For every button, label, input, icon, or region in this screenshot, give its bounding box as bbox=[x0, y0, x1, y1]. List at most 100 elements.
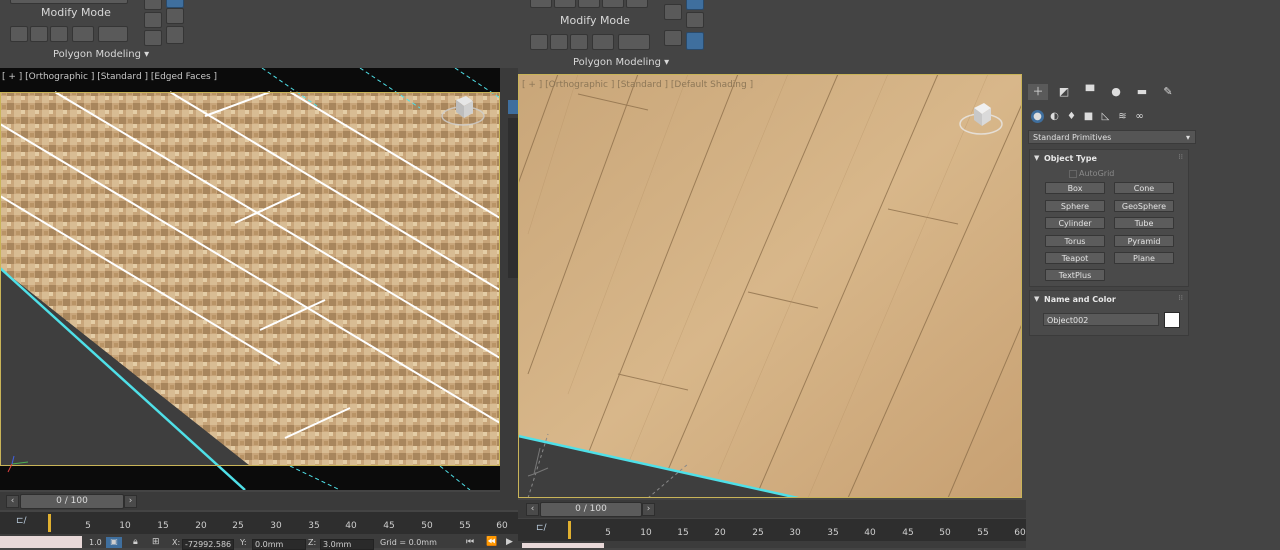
left-viewport-label[interactable]: [ + ] [Orthographic ] [Standard ] [Edged… bbox=[2, 72, 217, 82]
x-label: X: bbox=[172, 538, 181, 547]
side-panel-button[interactable] bbox=[508, 100, 518, 114]
prev-frame-button[interactable]: ‹ bbox=[526, 503, 539, 516]
next-frame-button[interactable]: › bbox=[124, 495, 137, 508]
side-tool-button-2[interactable] bbox=[144, 12, 162, 28]
side-tool-button-3[interactable] bbox=[144, 30, 162, 46]
next-frame-button[interactable]: › bbox=[642, 503, 655, 516]
collapse-arrow-icon[interactable]: ▼ bbox=[1034, 154, 1039, 162]
ribbon-tool-button-5[interactable] bbox=[626, 0, 648, 8]
object-name-input[interactable]: Object002 bbox=[1043, 313, 1159, 326]
hierarchy-tab-icon[interactable]: ▀ bbox=[1080, 84, 1100, 100]
ribbon-tool-button-1[interactable] bbox=[530, 0, 552, 8]
autogrid-checkbox[interactable] bbox=[1069, 170, 1077, 178]
tick-label: 5 bbox=[605, 528, 611, 538]
side-tool-button-4[interactable] bbox=[166, 0, 184, 8]
primitive-type-dropdown[interactable]: Standard Primitives ▾ bbox=[1028, 130, 1196, 144]
ribbon-tool-button-3[interactable] bbox=[578, 0, 600, 8]
utilities-tab-wrench-icon[interactable]: ✎ bbox=[1158, 84, 1178, 100]
prev-key-icon[interactable]: ⏪ bbox=[486, 537, 497, 547]
poly-tool-button-1[interactable] bbox=[10, 26, 28, 42]
tube-button[interactable]: Tube bbox=[1114, 217, 1174, 229]
torus-button[interactable]: Torus bbox=[1045, 235, 1105, 247]
poly-tool-button-4[interactable] bbox=[72, 26, 94, 42]
cone-button[interactable]: Cone bbox=[1114, 182, 1174, 194]
poly-tool-button-2[interactable] bbox=[550, 34, 568, 50]
geometry-icon[interactable]: ● bbox=[1031, 110, 1044, 123]
name-and-color-title[interactable]: Name and Color bbox=[1044, 295, 1116, 304]
pyramid-button[interactable]: Pyramid bbox=[1114, 235, 1174, 247]
poly-tool-button-3[interactable] bbox=[570, 34, 588, 50]
tick-label: 5 bbox=[85, 521, 91, 531]
polygon-modeling-label[interactable]: Polygon Modeling ▾ bbox=[573, 57, 669, 68]
tick-label: 35 bbox=[827, 528, 839, 538]
right-viewport-label[interactable]: [ + ] [Orthographic ] [Standard ] [Defau… bbox=[522, 80, 753, 90]
ribbon-top-button[interactable] bbox=[10, 0, 128, 4]
transform-mode-icon[interactable]: ⊞ bbox=[152, 537, 160, 547]
poly-tool-button-3[interactable] bbox=[50, 26, 68, 42]
poly-tool-button-1[interactable] bbox=[530, 34, 548, 50]
lights-icon[interactable]: ♦ bbox=[1065, 110, 1078, 123]
teapot-button[interactable]: Teapot bbox=[1045, 252, 1105, 264]
poly-tool-button-5[interactable] bbox=[98, 26, 128, 42]
y-label: Y: bbox=[240, 538, 247, 547]
systems-icon[interactable]: ∞ bbox=[1133, 110, 1146, 123]
cylinder-button[interactable]: Cylinder bbox=[1045, 217, 1105, 229]
geosphere-button[interactable]: GeoSphere bbox=[1114, 200, 1174, 212]
z-label: Z: bbox=[308, 538, 317, 547]
side-tool-button-6[interactable] bbox=[166, 26, 184, 44]
box-button[interactable]: Box bbox=[1045, 182, 1105, 194]
motion-tab-icon[interactable]: ● bbox=[1106, 84, 1126, 100]
ribbon-tool-button-4[interactable] bbox=[602, 0, 624, 8]
collapse-arrow-icon[interactable]: ▼ bbox=[1034, 295, 1039, 303]
object-type-title[interactable]: Object Type bbox=[1044, 154, 1097, 163]
poly-tool-button-2[interactable] bbox=[30, 26, 48, 42]
plane-button[interactable]: Plane bbox=[1114, 252, 1174, 264]
side-tool-button-4[interactable] bbox=[686, 12, 704, 28]
viewcube-icon[interactable] bbox=[958, 96, 1004, 138]
tick-label: 25 bbox=[752, 528, 764, 538]
left-track-bar[interactable]: ⊏/ 5 10 15 20 25 30 35 40 45 50 55 60 bbox=[0, 512, 518, 534]
x-coordinate-field[interactable]: -72992.586 bbox=[182, 539, 234, 550]
side-tool-button-5[interactable] bbox=[686, 32, 704, 50]
side-tool-button-1[interactable] bbox=[664, 4, 682, 20]
ribbon-tool-button-2[interactable] bbox=[554, 0, 576, 8]
play-icon[interactable]: ▶ bbox=[506, 537, 513, 547]
time-slider[interactable]: 0 / 100 bbox=[20, 494, 124, 509]
chevron-down-icon: ▾ bbox=[144, 49, 150, 60]
z-coordinate-field[interactable]: 3.0mm bbox=[320, 539, 374, 550]
sphere-button[interactable]: Sphere bbox=[1045, 200, 1105, 212]
polygon-modeling-label[interactable]: Polygon Modeling ▾ bbox=[53, 49, 149, 60]
poly-tool-button-5[interactable] bbox=[618, 34, 650, 50]
prev-frame-button[interactable]: ‹ bbox=[6, 495, 19, 508]
left-viewport[interactable]: [ + ] [Orthographic ] [Standard ] [Edged… bbox=[0, 68, 500, 490]
chevron-down-icon: ▾ bbox=[664, 57, 670, 68]
create-tab-plus-icon[interactable]: ＋ bbox=[1028, 84, 1048, 100]
textplus-button[interactable]: TextPlus bbox=[1045, 269, 1105, 281]
side-tool-button-1[interactable] bbox=[144, 0, 162, 10]
rollout-grip-icon[interactable]: ⁞⁞ bbox=[1179, 294, 1183, 302]
modify-tab-icon[interactable]: ◩ bbox=[1054, 84, 1074, 100]
poly-tool-button-4[interactable] bbox=[592, 34, 614, 50]
rollout-grip-icon[interactable]: ⁞⁞ bbox=[1179, 153, 1183, 161]
time-slider[interactable]: 0 / 100 bbox=[540, 502, 642, 517]
object-color-swatch[interactable] bbox=[1164, 312, 1180, 328]
side-tool-button-5[interactable] bbox=[166, 8, 184, 24]
y-coordinate-field[interactable]: 0.0mm bbox=[252, 539, 306, 550]
helpers-icon[interactable]: ◺ bbox=[1099, 110, 1112, 123]
go-to-start-icon[interactable]: ⏮ bbox=[466, 537, 474, 547]
side-tool-button-2[interactable] bbox=[664, 30, 682, 46]
dropdown-value: Standard Primitives bbox=[1033, 133, 1112, 142]
grid-readout: Grid = 0.0mm bbox=[380, 538, 437, 547]
display-tab-icon[interactable]: ▬ bbox=[1132, 84, 1152, 100]
lock-icon[interactable]: 🔒︎ bbox=[133, 537, 138, 547]
maxscript-listener[interactable] bbox=[522, 543, 604, 548]
tick-label: 35 bbox=[308, 521, 320, 531]
cameras-icon[interactable]: ■ bbox=[1082, 110, 1095, 123]
side-tool-button-3[interactable] bbox=[686, 0, 704, 10]
maxscript-listener[interactable] bbox=[0, 536, 82, 548]
space-warps-icon[interactable]: ≋ bbox=[1116, 110, 1129, 123]
viewcube-icon[interactable] bbox=[440, 90, 486, 130]
right-viewport[interactable]: [ + ] [Orthographic ] [Standard ] [Defau… bbox=[518, 74, 1022, 498]
shapes-icon[interactable]: ◐ bbox=[1048, 110, 1061, 123]
selection-lock-icon[interactable]: ▣ bbox=[106, 537, 122, 548]
